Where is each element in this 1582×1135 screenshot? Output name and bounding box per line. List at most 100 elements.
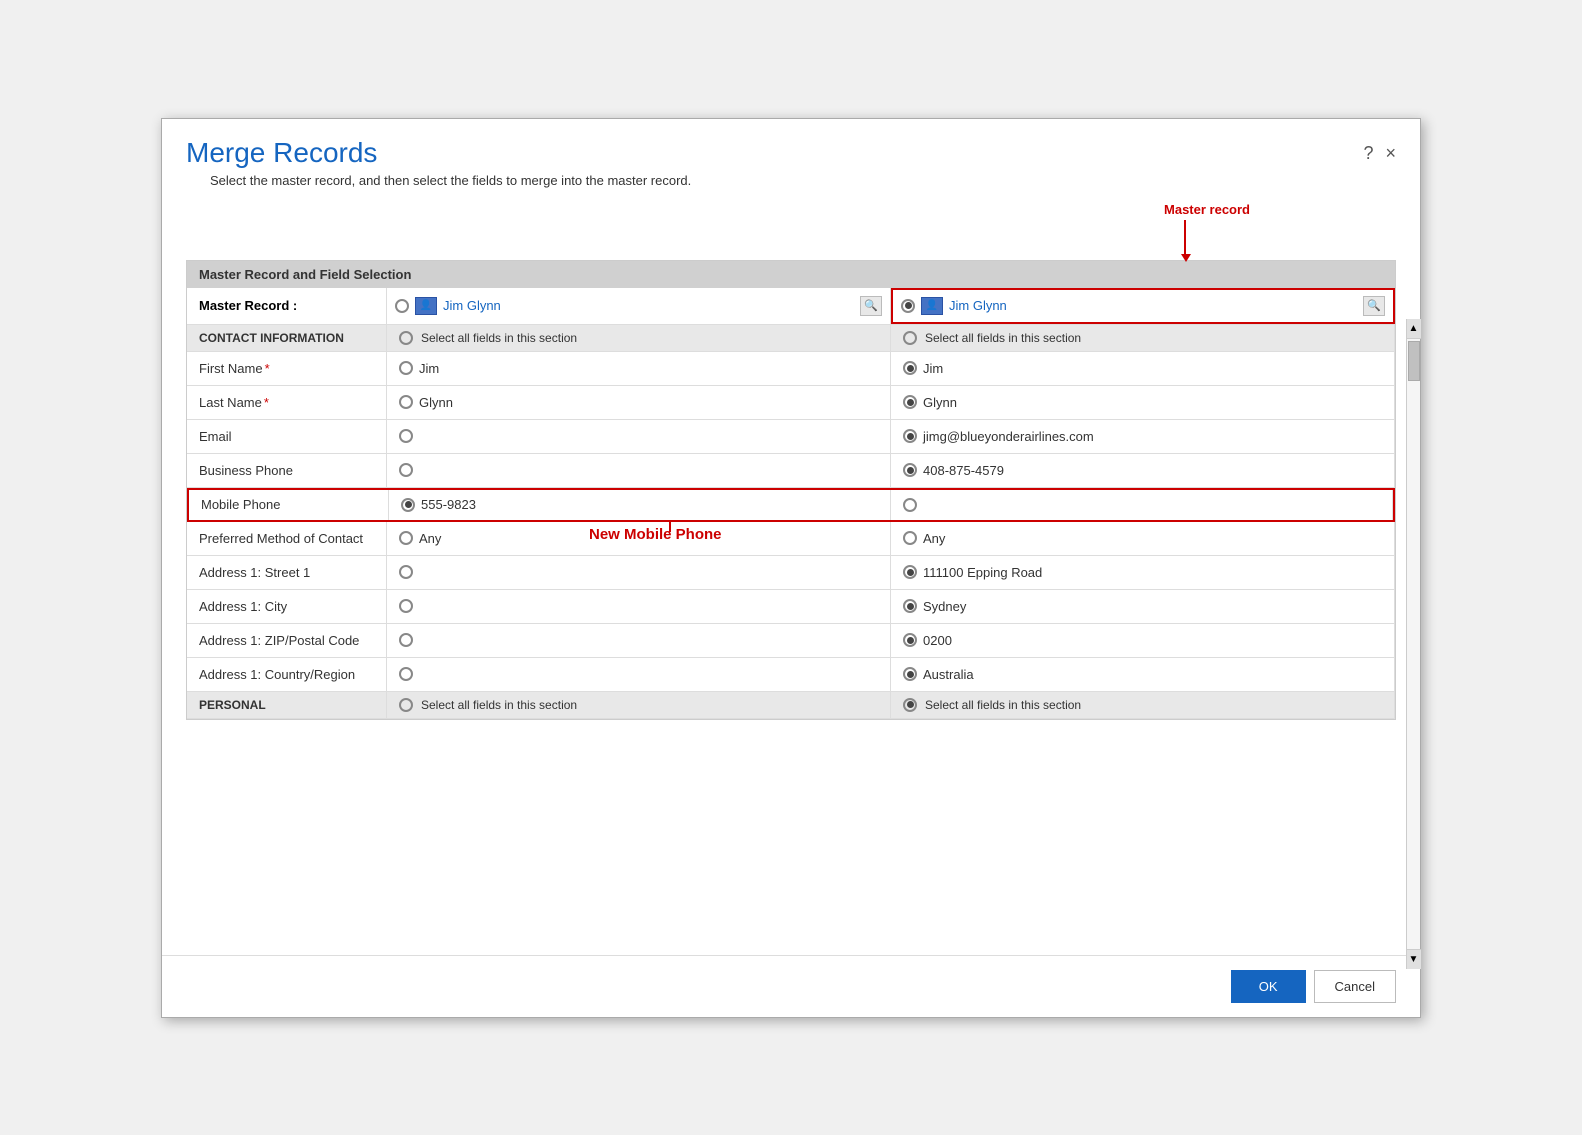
last-name-radio2[interactable] (903, 395, 917, 409)
close-icon[interactable]: × (1385, 143, 1396, 164)
last-name-radio1[interactable] (399, 395, 413, 409)
mobile-phone-value1: 555-9823 (421, 497, 476, 512)
record1-radio[interactable] (395, 299, 409, 313)
first-name-label: First Name * (187, 352, 387, 385)
address-city-value2-cell: Sydney (891, 590, 1395, 623)
last-name-row: Last Name * Glynn Glynn (187, 386, 1395, 420)
address-city-radio2[interactable] (903, 599, 917, 613)
address-city-value1-cell (387, 590, 891, 623)
personal-label: PERSONAL (187, 692, 387, 718)
preferred-method-value2: Any (923, 531, 945, 546)
address-zip-label: Address 1: ZIP/Postal Code (187, 624, 387, 657)
record2-icon (921, 297, 943, 315)
record1-icon (415, 297, 437, 315)
scrollbar-thumb[interactable] (1408, 341, 1420, 381)
first-name-required: * (265, 361, 270, 376)
first-name-value2: Jim (923, 361, 943, 376)
help-icon[interactable]: ? (1363, 143, 1373, 164)
personal-section-row: PERSONAL Select all fields in this secti… (187, 692, 1395, 719)
address-street-value2-cell: 111100 Epping Road (891, 556, 1395, 589)
address-country-radio2[interactable] (903, 667, 917, 681)
record1-cell: Jim Glynn 🔍 (387, 288, 891, 324)
last-name-value2: Glynn (923, 395, 957, 410)
personal-select-all-radio1[interactable] (399, 698, 413, 712)
business-phone-radio1[interactable] (399, 463, 413, 477)
address-zip-radio2[interactable] (903, 633, 917, 647)
address-zip-row: Address 1: ZIP/Postal Code 0200 (187, 624, 1395, 658)
preferred-method-row: Preferred Method of Contact Any Any (187, 522, 1395, 556)
new-mobile-annotation: New Mobile Phone (589, 526, 722, 543)
mobile-phone-radio2[interactable] (903, 498, 917, 512)
mobile-phone-value2-cell (891, 490, 1393, 520)
address-country-value2-cell: Australia (891, 658, 1395, 691)
address-country-row: Address 1: Country/Region Australia (187, 658, 1395, 692)
record2-cell: Jim Glynn 🔍 (891, 288, 1395, 324)
record1-lookup-btn[interactable]: 🔍 (860, 296, 882, 316)
email-value2-cell: jimg@blueyonderairlines.com (891, 420, 1395, 453)
master-record-annotation: Master record (1164, 202, 1250, 217)
address-country-value2: Australia (923, 667, 974, 682)
address-country-radio1[interactable] (399, 667, 413, 681)
select-all-cell-1: Select all fields in this section (387, 325, 891, 351)
dialog-header: Merge Records Select the master record, … (162, 119, 1420, 200)
scrollbar[interactable]: ▲ ▼ (1406, 319, 1420, 969)
address-country-label: Address 1: Country/Region (187, 658, 387, 691)
mobile-phone-value1-cell: 555-9823 New Mobile Phone (389, 490, 891, 520)
address-street-radio2[interactable] (903, 565, 917, 579)
last-name-value1: Glynn (419, 395, 453, 410)
personal-select-all-text-2: Select all fields in this section (925, 698, 1081, 712)
first-name-radio1[interactable] (399, 361, 413, 375)
select-all-text-1: Select all fields in this section (421, 331, 577, 345)
record1-name: Jim Glynn (443, 298, 854, 313)
address-street-value2: 111100 Epping Road (923, 565, 1042, 580)
record2-lookup-btn[interactable]: 🔍 (1363, 296, 1385, 316)
business-phone-value2-cell: 408-875-4579 (891, 454, 1395, 487)
address-street-row: Address 1: Street 1 111100 Epping Road (187, 556, 1395, 590)
first-name-radio2[interactable] (903, 361, 917, 375)
dialog-header-icons: ? × (1363, 143, 1396, 164)
record2-radio[interactable] (901, 299, 915, 313)
address-city-radio1[interactable] (399, 599, 413, 613)
preferred-method-value2-cell: Any (891, 522, 1395, 555)
address-street-value1-cell (387, 556, 891, 589)
address-zip-value2-cell: 0200 (891, 624, 1395, 657)
select-all-radio-2[interactable] (903, 331, 917, 345)
select-all-radio-1[interactable] (399, 331, 413, 345)
select-all-text-2: Select all fields in this section (925, 331, 1081, 345)
first-name-row: First Name * Jim Jim (187, 352, 1395, 386)
personal-select-all-radio2[interactable] (903, 698, 917, 712)
preferred-method-value1: Any (419, 531, 441, 546)
first-name-value1: Jim (419, 361, 439, 376)
address-street-label: Address 1: Street 1 (187, 556, 387, 589)
email-radio2[interactable] (903, 429, 917, 443)
annotation-arrowhead (1181, 254, 1191, 262)
mobile-phone-row: Mobile Phone 555-9823 New Mobile Phone (187, 488, 1395, 522)
address-zip-radio1[interactable] (399, 633, 413, 647)
address-city-value2: Sydney (923, 599, 966, 614)
business-phone-radio2[interactable] (903, 463, 917, 477)
address-country-value1-cell (387, 658, 891, 691)
scrollbar-track (1407, 339, 1420, 949)
mobile-phone-label: Mobile Phone (189, 490, 389, 520)
preferred-method-radio2[interactable] (903, 531, 917, 545)
scroll-down-btn[interactable]: ▼ (1407, 949, 1421, 969)
address-zip-value1-cell (387, 624, 891, 657)
contact-info-label: CONTACT INFORMATION (187, 325, 387, 351)
ok-button[interactable]: OK (1231, 970, 1306, 1003)
address-street-radio1[interactable] (399, 565, 413, 579)
mobile-phone-radio1[interactable] (401, 498, 415, 512)
personal-select-all-text-1: Select all fields in this section (421, 698, 577, 712)
preferred-method-radio1[interactable] (399, 531, 413, 545)
dialog-title: Merge Records (186, 137, 715, 169)
annotation-arrow-line (1184, 220, 1186, 256)
cancel-button[interactable]: Cancel (1314, 970, 1396, 1003)
address-zip-value2: 0200 (923, 633, 952, 648)
scroll-up-btn[interactable]: ▲ (1407, 319, 1421, 339)
contact-info-header-row: CONTACT INFORMATION Select all fields in… (187, 325, 1395, 352)
last-name-value1-cell: Glynn (387, 386, 891, 419)
dialog-footer: OK Cancel (162, 955, 1420, 1017)
address-city-label: Address 1: City (187, 590, 387, 623)
last-name-required: * (264, 395, 269, 410)
email-value2: jimg@blueyonderairlines.com (923, 429, 1094, 444)
email-radio1[interactable] (399, 429, 413, 443)
